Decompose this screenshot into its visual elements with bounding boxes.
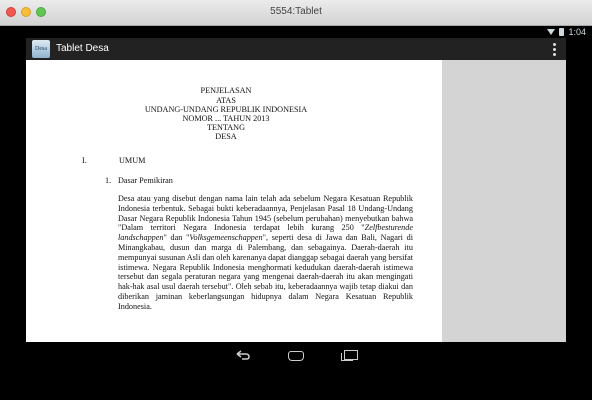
subsection-title: Dasar Pemikiran bbox=[118, 176, 173, 185]
doc-heading-line: PENJELASAN bbox=[200, 86, 252, 95]
paragraph-run-italic: Volksgemeenschappen bbox=[189, 233, 263, 243]
section-number: I. bbox=[82, 156, 87, 165]
document-page: PENJELASAN ATAS UNDANG-UNDANG REPUBLIK I… bbox=[26, 60, 442, 342]
body-paragraph: Desa atau yang disebut dengan nama lain … bbox=[118, 194, 413, 312]
section-title: UMUM bbox=[119, 156, 146, 165]
doc-heading-line: ATAS bbox=[216, 96, 236, 105]
overflow-menu-icon[interactable] bbox=[553, 43, 556, 56]
app-action-bar: Desa Tablet Desa bbox=[26, 38, 566, 60]
paragraph-run: ", seperti desa di Jawa dan Bali, Nagari… bbox=[118, 233, 413, 311]
home-icon[interactable] bbox=[288, 351, 304, 361]
app-logo-icon[interactable]: Desa bbox=[32, 40, 50, 58]
doc-heading-line: UNDANG-UNDANG REPUBLIK INDONESIA bbox=[144, 105, 308, 114]
android-status-bar: 1:04 bbox=[0, 26, 592, 38]
paragraph-run: " dan " bbox=[163, 233, 190, 243]
subsection-number: 1. bbox=[105, 176, 112, 185]
wifi-icon bbox=[547, 29, 556, 35]
window-titlebar: 5554:Tablet bbox=[0, 0, 592, 26]
app-logo-label: Desa bbox=[35, 46, 47, 52]
window-bottom-bezel bbox=[0, 370, 592, 400]
window-title: 5554:Tablet bbox=[270, 6, 322, 17]
emulator-window: 5554:Tablet 1:04 Desa Tablet Desa PENJEL… bbox=[0, 0, 592, 400]
android-nav-bar bbox=[26, 342, 566, 370]
doc-heading-line: DESA bbox=[215, 132, 237, 141]
doc-heading-line: TENTANG bbox=[207, 123, 245, 132]
recent-apps-icon[interactable] bbox=[341, 350, 358, 361]
app-title: Tablet Desa bbox=[56, 43, 109, 54]
document-viewer[interactable]: PENJELASAN ATAS UNDANG-UNDANG REPUBLIK I… bbox=[26, 60, 566, 342]
doc-heading-line: NOMOR ... TAHUN 2013 bbox=[182, 114, 270, 123]
status-time: 1:04 bbox=[568, 27, 586, 37]
battery-icon bbox=[559, 28, 565, 36]
back-icon[interactable] bbox=[236, 350, 250, 360]
status-icons: 1:04 bbox=[547, 26, 586, 38]
